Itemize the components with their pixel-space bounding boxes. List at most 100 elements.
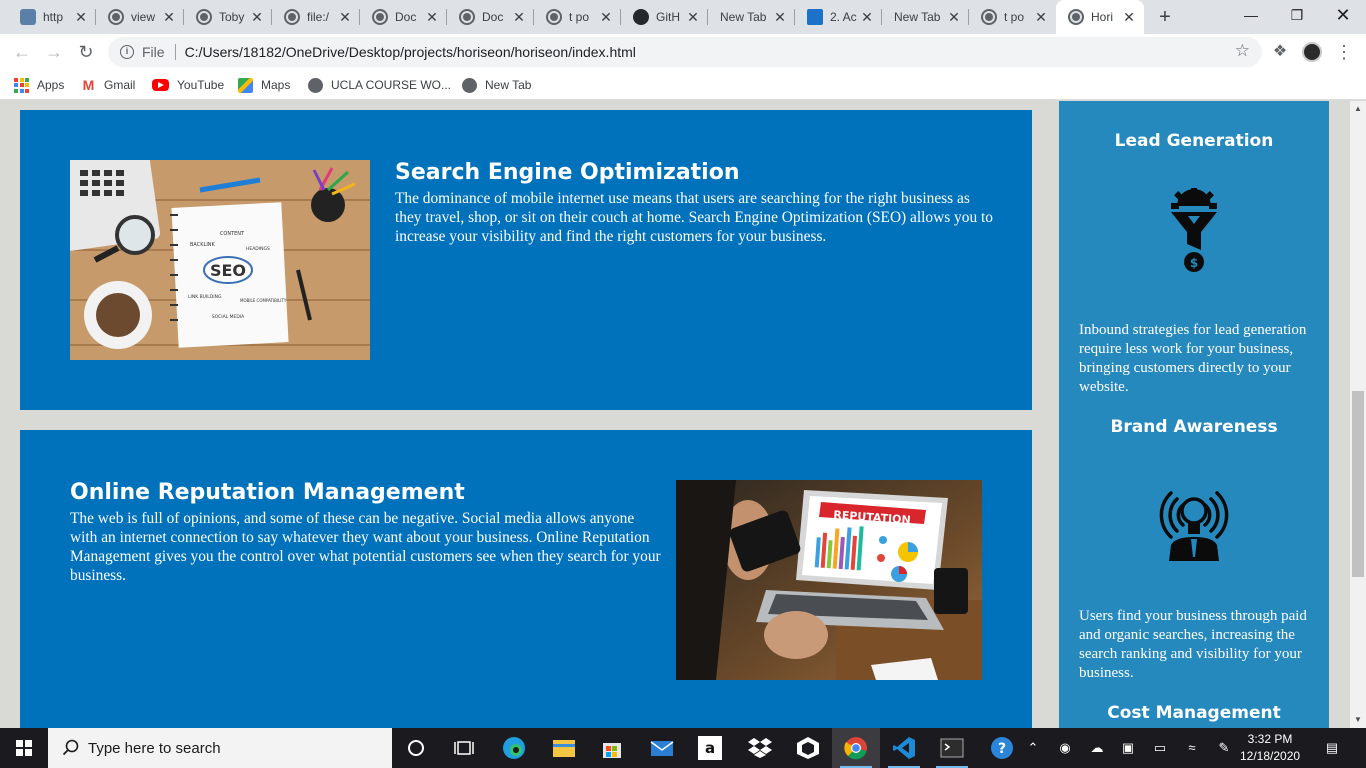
close-window-button[interactable]: ✕ [1320, 0, 1366, 34]
svg-text:CONTENT: CONTENT [220, 231, 245, 237]
browser-tab[interactable]: New Tab ✕ [708, 0, 795, 34]
tab-title: http [43, 10, 64, 24]
globe-icon [372, 9, 388, 25]
bookmark-item[interactable]: M Gmail [81, 76, 136, 94]
back-button[interactable]: ← [10, 40, 34, 64]
tab-close-icon[interactable]: ✕ [160, 9, 178, 26]
task-view-icon[interactable] [440, 728, 488, 768]
scroll-up-arrow[interactable]: ▲ [1350, 101, 1366, 117]
reload-button[interactable]: ↻ [74, 40, 98, 64]
tab-close-icon[interactable]: ✕ [248, 9, 266, 26]
tray-overflow-chevron-icon[interactable]: ⌃ [1023, 738, 1043, 758]
tab-separator [707, 9, 708, 25]
brand-awareness-text: Users find your business through paid an… [1079, 608, 1307, 681]
bookmark-label: UCLA COURSE WO... [331, 78, 452, 92]
browser-tab[interactable]: New Tab ✕ [882, 0, 969, 34]
app-shield-icon[interactable] [784, 728, 832, 768]
onedrive-cloud-icon[interactable]: ☁ [1087, 738, 1107, 758]
svg-text:?: ? [998, 741, 1006, 757]
tab-close-icon[interactable]: ✕ [858, 9, 876, 26]
browser-tab[interactable]: view ✕ [96, 0, 184, 34]
help-icon[interactable]: ? [978, 728, 1026, 768]
maximize-button[interactable]: ❐ [1274, 0, 1320, 34]
start-button[interactable] [0, 728, 48, 768]
tab-separator [620, 9, 621, 25]
info-icon[interactable]: i [120, 45, 134, 59]
bookmark-item[interactable]: UCLA COURSE WO... [308, 76, 451, 94]
chrome-icon[interactable] [832, 728, 880, 768]
cortana-icon[interactable] [392, 728, 440, 768]
address-bar[interactable]: i File C:/Users/18182/OneDrive/Desktop/p… [108, 37, 1262, 67]
bookmark-star-icon[interactable]: ☆ [1235, 41, 1250, 61]
globe-icon [1068, 9, 1084, 25]
tab-separator [271, 9, 272, 25]
mail-icon[interactable] [638, 728, 686, 768]
tray-device-icon[interactable]: ▣ [1118, 738, 1138, 758]
tab-close-icon[interactable]: ✕ [510, 9, 528, 26]
new-tab-button[interactable]: + [1155, 6, 1175, 28]
browser-tab[interactable]: Doc ✕ [447, 0, 534, 34]
tab-separator [881, 9, 882, 25]
bookmark-label: New Tab [485, 78, 532, 92]
battery-icon[interactable]: ▭ [1150, 738, 1170, 758]
bookmark-item[interactable]: YouTube [152, 76, 224, 94]
amazon-icon[interactable]: a [686, 728, 734, 768]
tab-separator [533, 9, 534, 25]
forward-button[interactable]: → [42, 40, 66, 64]
page-viewport: SEO CONTENT BACKLINK HEADINGS LINK BUILD… [0, 101, 1350, 728]
extensions-puzzle-icon[interactable]: ❖ [1270, 42, 1290, 62]
tab-close-icon[interactable]: ✕ [771, 9, 789, 26]
online-reputation-section: Online Reputation Management The web is … [20, 430, 1032, 728]
browser-tab[interactable]: Hori ✕ [1056, 0, 1144, 34]
tab-separator [968, 9, 969, 25]
tab-close-icon[interactable]: ✕ [72, 9, 90, 26]
browser-tab[interactable]: Toby ✕ [184, 0, 272, 34]
bookmarks-bar: Apps M Gmail YouTube Maps UCLA COURSE WO... Ne… [0, 70, 1366, 100]
browser-tab[interactable]: t po ✕ [534, 0, 621, 34]
tab-close-icon[interactable]: ✕ [684, 9, 702, 26]
vscode-icon[interactable] [880, 728, 928, 768]
tab-close-icon[interactable]: ✕ [597, 9, 615, 26]
tab-title: view [131, 10, 156, 24]
url-text[interactable]: C:/Users/18182/OneDrive/Desktop/projects… [185, 44, 636, 60]
terminal-icon[interactable] [928, 728, 976, 768]
bookmark-item[interactable]: Apps [14, 76, 64, 94]
tray-meet-icon[interactable]: ◉ [1055, 738, 1075, 758]
tab-close-icon[interactable]: ✕ [1120, 9, 1138, 26]
profile-avatar[interactable] [1302, 42, 1322, 62]
file-explorer-icon[interactable] [540, 728, 588, 768]
tab-close-icon[interactable]: ✕ [423, 9, 441, 26]
pen-icon[interactable]: ✎ [1214, 738, 1234, 758]
scroll-down-arrow[interactable]: ▼ [1350, 712, 1366, 728]
tab-close-icon[interactable]: ✕ [336, 9, 354, 26]
browser-tab-strip: Hori ✕ t po ✕ New Tab ✕ 2. Ac ✕ New Tab ✕ GitH ✕ t p… [0, 0, 1366, 34]
bookmark-item[interactable]: Maps [238, 76, 290, 94]
browser-tab[interactable]: GitH ✕ [621, 0, 708, 34]
microsoft-store-icon[interactable] [588, 728, 636, 768]
minimize-button[interactable]: — [1228, 0, 1274, 34]
browser-tab[interactable]: Doc ✕ [360, 0, 447, 34]
edge-icon[interactable] [490, 728, 538, 768]
browser-tab[interactable]: t po ✕ [969, 0, 1056, 34]
tab-title: t po [569, 10, 590, 24]
browser-tab[interactable]: file:/ ✕ [272, 0, 360, 34]
scroll-thumb[interactable] [1352, 391, 1364, 577]
browser-tab[interactable]: 2. Ac ✕ [795, 0, 882, 34]
cost-management-title: Cost Management [1107, 703, 1281, 723]
notifications-icon[interactable]: ▤ [1322, 738, 1342, 758]
page-scrollbar[interactable]: ▲ ▼ [1350, 101, 1366, 728]
globe-icon [546, 9, 562, 25]
orm-title: Online Reputation Management [70, 480, 465, 505]
tab-title: Toby [219, 10, 245, 24]
tab-close-icon[interactable]: ✕ [1032, 9, 1050, 26]
dropbox-icon[interactable] [736, 728, 784, 768]
seo-title: Search Engine Optimization [395, 160, 740, 185]
svg-text:SOCIAL MEDIA: SOCIAL MEDIA [212, 314, 245, 320]
taskbar-clock[interactable]: 3:32 PM 12/18/2020 [1240, 731, 1300, 765]
tab-close-icon[interactable]: ✕ [945, 9, 963, 26]
browser-tab[interactable]: http ✕ [8, 0, 96, 34]
wifi-icon[interactable]: ≈ [1182, 738, 1202, 758]
taskbar-search-box[interactable]: Type here to search [48, 728, 392, 768]
menu-kebab-icon[interactable]: ⋮ [1334, 42, 1354, 62]
bookmark-item[interactable]: New Tab [462, 76, 531, 94]
